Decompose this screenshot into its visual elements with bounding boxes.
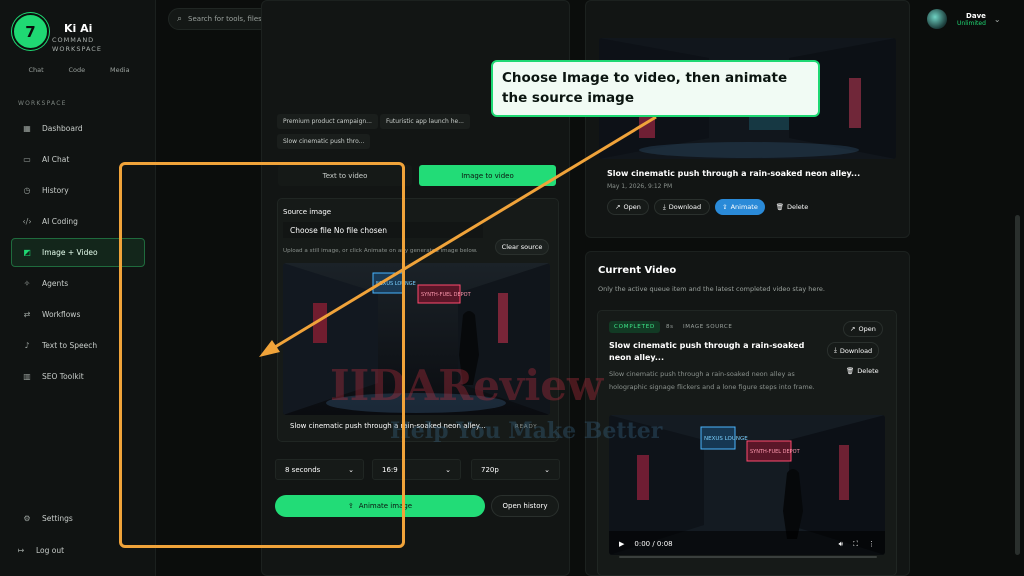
tutorial-callout: Choose Image to video, then animate the …	[491, 60, 820, 117]
